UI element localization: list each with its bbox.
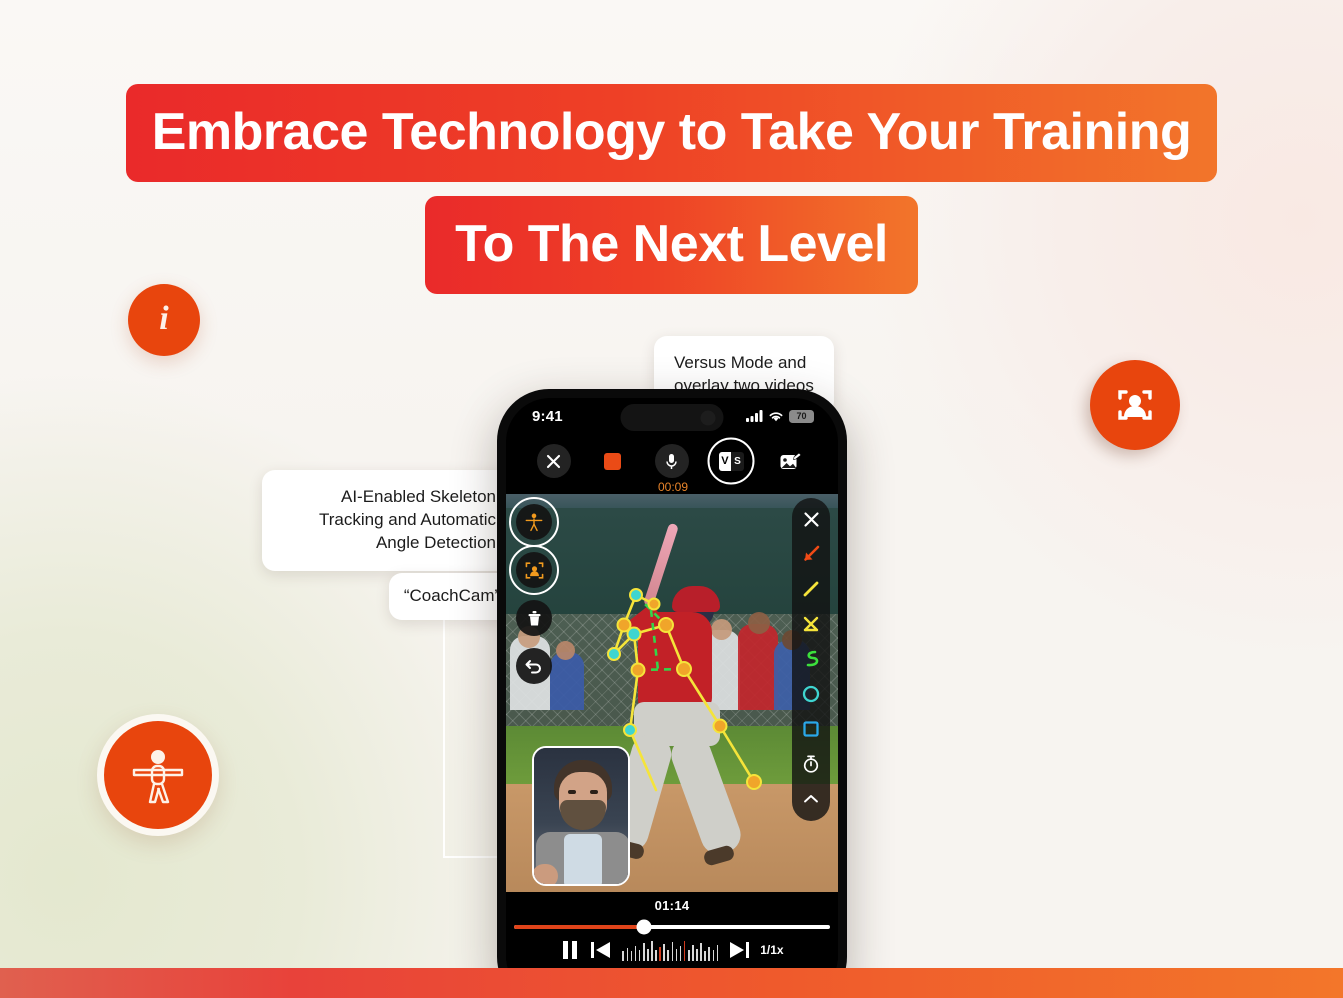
next-frame-icon[interactable] [728,939,750,961]
callout-skeleton-tracking: AI-Enabled Skeleton Tracking and Automat… [262,470,516,571]
undo-arrow-icon [525,660,541,674]
skeleton-tracking-tool[interactable] [516,504,552,540]
status-bar: 9:41 70 [506,398,838,434]
previous-frame-icon[interactable] [590,939,612,961]
pip-eye-left [568,790,576,794]
batter-leg-right [666,730,746,860]
pip-shirt [564,834,602,884]
status-indicators: 70 [746,409,814,423]
status-time: 9:41 [532,407,563,425]
circle-icon [802,685,820,703]
headline-block: Embrace Technology to Take Your Training… [0,84,1343,294]
video-canvas[interactable] [506,494,838,892]
circle-tool[interactable] [799,682,823,706]
close-icon [803,511,819,527]
info-icon: i [159,300,169,337]
collapse-toolbar[interactable] [799,787,823,811]
playback-bar: 01:14 1/1x [506,892,838,961]
scrubber-handle[interactable] [636,919,652,935]
top-toolbar: V S [506,434,838,485]
coachcam-badge[interactable] [1090,360,1180,450]
freehand-tool[interactable] [799,647,823,671]
versus-highlight-ring [707,437,755,485]
media-library-icon [780,452,801,469]
batter-torso [638,612,712,710]
wifi-icon [769,412,783,422]
delete-tool[interactable] [516,600,552,636]
skeleton-figure-icon [525,513,543,532]
pip-eye-right [590,790,598,794]
coachcam-face-scan-icon [1118,390,1152,420]
pip-leader-vertical [443,600,445,858]
arrow-tool[interactable] [799,542,823,566]
pip-hand [534,864,558,884]
angle-tool[interactable] [799,612,823,636]
scrubber[interactable] [514,919,830,935]
record-icon [604,452,622,470]
coachcam-pip-video[interactable] [532,746,630,886]
close-annotations[interactable] [799,507,823,531]
skeleton-badge[interactable] [97,714,219,836]
undo-tool[interactable] [516,648,552,684]
batter-athlete [604,522,762,867]
batter-helmet [672,586,720,612]
pause-icon[interactable] [560,939,580,961]
skeleton-figure-icon [132,750,184,804]
chevron-up-icon [804,795,818,803]
frame-ticks [622,939,719,961]
coachcam-tool[interactable] [516,552,552,588]
record-button[interactable] [596,444,630,478]
close-icon [547,454,561,468]
phone-screen: 9:41 70 V S 00:09 01:14 1/1x [506,398,838,998]
phone-mockup: 9:41 70 V S 00:09 01:14 1/1x [497,389,847,998]
stopwatch-tool[interactable] [799,752,823,776]
coachcam-face-scan-icon [525,561,543,579]
microphone-icon [666,453,678,469]
annotation-toolbar [792,498,830,821]
squiggle-icon [806,650,819,667]
headline-line-2: To The Next Level [425,196,918,294]
scrubber-progress [514,925,644,929]
headline-line-1: Embrace Technology to Take Your Training [125,84,1218,182]
versus-mode-button[interactable]: V S [707,437,755,485]
battery-indicator: 70 [789,409,814,423]
microphone-button[interactable] [654,444,689,478]
line-icon [803,581,819,597]
front-camera-icon [700,410,716,425]
left-toolbar [516,504,552,684]
angle-icon [803,616,819,632]
trash-icon [528,610,540,625]
cellular-signal-icon [746,410,763,422]
square-icon [803,721,819,737]
close-button[interactable] [536,444,571,478]
arrow-icon [804,545,820,561]
playback-time: 01:14 [654,898,690,913]
info-badge[interactable]: i [128,284,200,356]
stopwatch-icon [803,755,819,773]
line-tool[interactable] [799,577,823,601]
playback-controls: 1/1x [506,929,838,961]
media-library-button[interactable] [773,444,807,478]
square-tool[interactable] [799,717,823,741]
playback-speed[interactable]: 1/1x [760,943,783,957]
bottom-accent-bar [0,968,1343,998]
dynamic-island [620,404,724,431]
recording-timer: 00:09 [657,480,689,494]
